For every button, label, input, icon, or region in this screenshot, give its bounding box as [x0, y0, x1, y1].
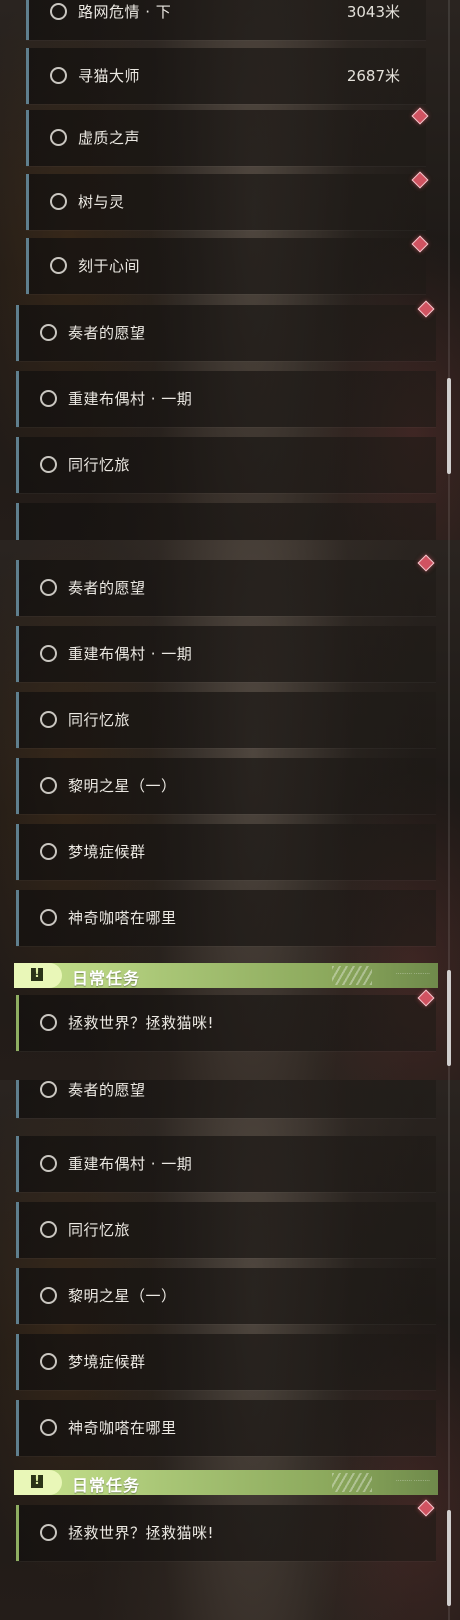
quest-item[interactable]: 奏者的愿望	[16, 305, 436, 361]
quest-title: 奏者的愿望	[68, 579, 146, 597]
quest-item[interactable]	[16, 503, 436, 540]
quest-title: 重建布偶村 · 一期	[68, 645, 193, 663]
quest-title: 奏者的愿望	[68, 1081, 146, 1099]
quest-status-circle-icon	[40, 390, 57, 407]
header-tagline: ········· ·········	[396, 971, 430, 977]
quest-status-circle-icon	[40, 324, 57, 341]
quest-title: 神奇咖嗒在哪里	[68, 909, 177, 927]
quest-item[interactable]: 重建布偶村 · 一期	[16, 1136, 436, 1192]
quest-item[interactable]: 神奇咖嗒在哪里	[16, 1400, 436, 1456]
quest-item[interactable]: 奏者的愿望	[16, 560, 436, 616]
quest-item[interactable]: 神奇咖嗒在哪里	[16, 890, 436, 946]
quest-status-circle-icon	[50, 3, 67, 20]
daily-badge: !	[14, 1470, 62, 1495]
quest-title: 刻于心间	[78, 257, 141, 275]
quest-title: 梦境症候群	[68, 843, 146, 861]
header-stripes-decoration	[332, 966, 372, 985]
quest-title: 黎明之星（一）	[68, 1287, 177, 1305]
quest-item[interactable]: 寻猫大师 2687米	[26, 48, 426, 104]
daily-tasks-header: ! 日常任务 ········· ·········	[14, 1470, 438, 1495]
quest-item[interactable]: 梦境症候群	[16, 1334, 436, 1390]
quest-panel-2: 奏者的愿望 重建布偶村 · 一期 同行忆旅 黎明之星（一） 梦境症候群 神奇咖嗒…	[0, 540, 460, 1080]
quest-status-circle-icon	[40, 1155, 57, 1172]
quest-status-circle-icon	[40, 711, 57, 728]
quest-title: 重建布偶村 · 一期	[68, 1155, 193, 1173]
quest-item[interactable]: 重建布偶村 · 一期	[16, 626, 436, 682]
daily-tasks-title: 日常任务	[72, 1476, 141, 1495]
quest-title: 路网危情 · 下	[78, 3, 172, 21]
quest-status-circle-icon	[50, 129, 67, 146]
quest-title: 拯救世界？拯救猫咪!	[68, 1524, 215, 1542]
quest-panel-1: 路网危情 · 下 3043米 寻猫大师 2687米 虚质之声 树与灵 刻于心间 …	[0, 0, 460, 540]
quest-item[interactable]: 同行忆旅	[16, 437, 436, 493]
quest-item[interactable]: 刻于心间	[26, 238, 426, 294]
quest-distance: 3043米	[346, 3, 400, 21]
daily-quest-item[interactable]: 拯救世界？拯救猫咪!	[16, 995, 436, 1051]
scrollbar-thumb[interactable]	[447, 1510, 451, 1606]
scrollbar-thumb[interactable]	[447, 970, 451, 1066]
quest-status-circle-icon	[40, 579, 57, 596]
quest-status-circle-icon	[40, 909, 57, 926]
quest-status-circle-icon	[40, 456, 57, 473]
exclamation-icon: !	[31, 966, 43, 981]
quest-status-circle-icon	[40, 1081, 57, 1098]
quest-status-circle-icon	[40, 843, 57, 860]
quest-status-circle-icon	[40, 1419, 57, 1436]
scrollbar-thumb[interactable]	[447, 378, 451, 474]
quest-item[interactable]: 树与灵	[26, 174, 426, 230]
quest-status-circle-icon	[40, 1221, 57, 1238]
quest-item[interactable]: 黎明之星（一）	[16, 1268, 436, 1324]
exclamation-icon: !	[31, 1473, 43, 1488]
daily-tasks-header: ! 日常任务 ········· ·········	[14, 963, 438, 988]
quest-status-circle-icon	[40, 1287, 57, 1304]
quest-item[interactable]: 同行忆旅	[16, 1202, 436, 1258]
quest-title: 黎明之星（一）	[68, 777, 177, 795]
quest-status-circle-icon	[40, 645, 57, 662]
daily-tasks-title: 日常任务	[72, 969, 141, 988]
quest-item[interactable]: 同行忆旅	[16, 692, 436, 748]
quest-status-circle-icon	[40, 777, 57, 794]
quest-title: 重建布偶村 · 一期	[68, 390, 193, 408]
quest-status-circle-icon	[50, 257, 67, 274]
daily-badge: !	[14, 963, 62, 988]
quest-title: 神奇咖嗒在哪里	[68, 1419, 177, 1437]
header-tagline: ········· ·········	[396, 1478, 430, 1484]
quest-title: 奏者的愿望	[68, 324, 146, 342]
quest-status-circle-icon	[50, 67, 67, 84]
quest-title: 寻猫大师	[78, 67, 141, 85]
quest-item[interactable]: 奏者的愿望	[16, 1080, 436, 1118]
quest-item[interactable]: 重建布偶村 · 一期	[16, 371, 436, 427]
quest-item[interactable]: 路网危情 · 下 3043米	[26, 0, 426, 40]
quest-status-circle-icon	[40, 1014, 57, 1031]
quest-distance: 2687米	[346, 67, 400, 85]
quest-title: 同行忆旅	[68, 711, 131, 729]
quest-status-circle-icon	[40, 1524, 57, 1541]
quest-item[interactable]: 梦境症候群	[16, 824, 436, 880]
quest-title: 同行忆旅	[68, 1221, 131, 1239]
header-stripes-decoration	[332, 1473, 372, 1492]
quest-item[interactable]: 黎明之星（一）	[16, 758, 436, 814]
quest-status-circle-icon	[50, 193, 67, 210]
daily-quest-item[interactable]: 拯救世界？拯救猫咪!	[16, 1505, 436, 1561]
quest-title: 树与灵	[78, 193, 125, 211]
quest-title: 虚质之声	[78, 129, 141, 147]
quest-title: 拯救世界？拯救猫咪!	[68, 1014, 215, 1032]
quest-title: 梦境症候群	[68, 1353, 146, 1371]
quest-status-circle-icon	[40, 1353, 57, 1370]
quest-item[interactable]: 虚质之声	[26, 110, 426, 166]
quest-title: 同行忆旅	[68, 456, 131, 474]
quest-panel-3: 奏者的愿望 重建布偶村 · 一期 同行忆旅 黎明之星（一） 梦境症候群 神奇咖嗒…	[0, 1080, 460, 1620]
